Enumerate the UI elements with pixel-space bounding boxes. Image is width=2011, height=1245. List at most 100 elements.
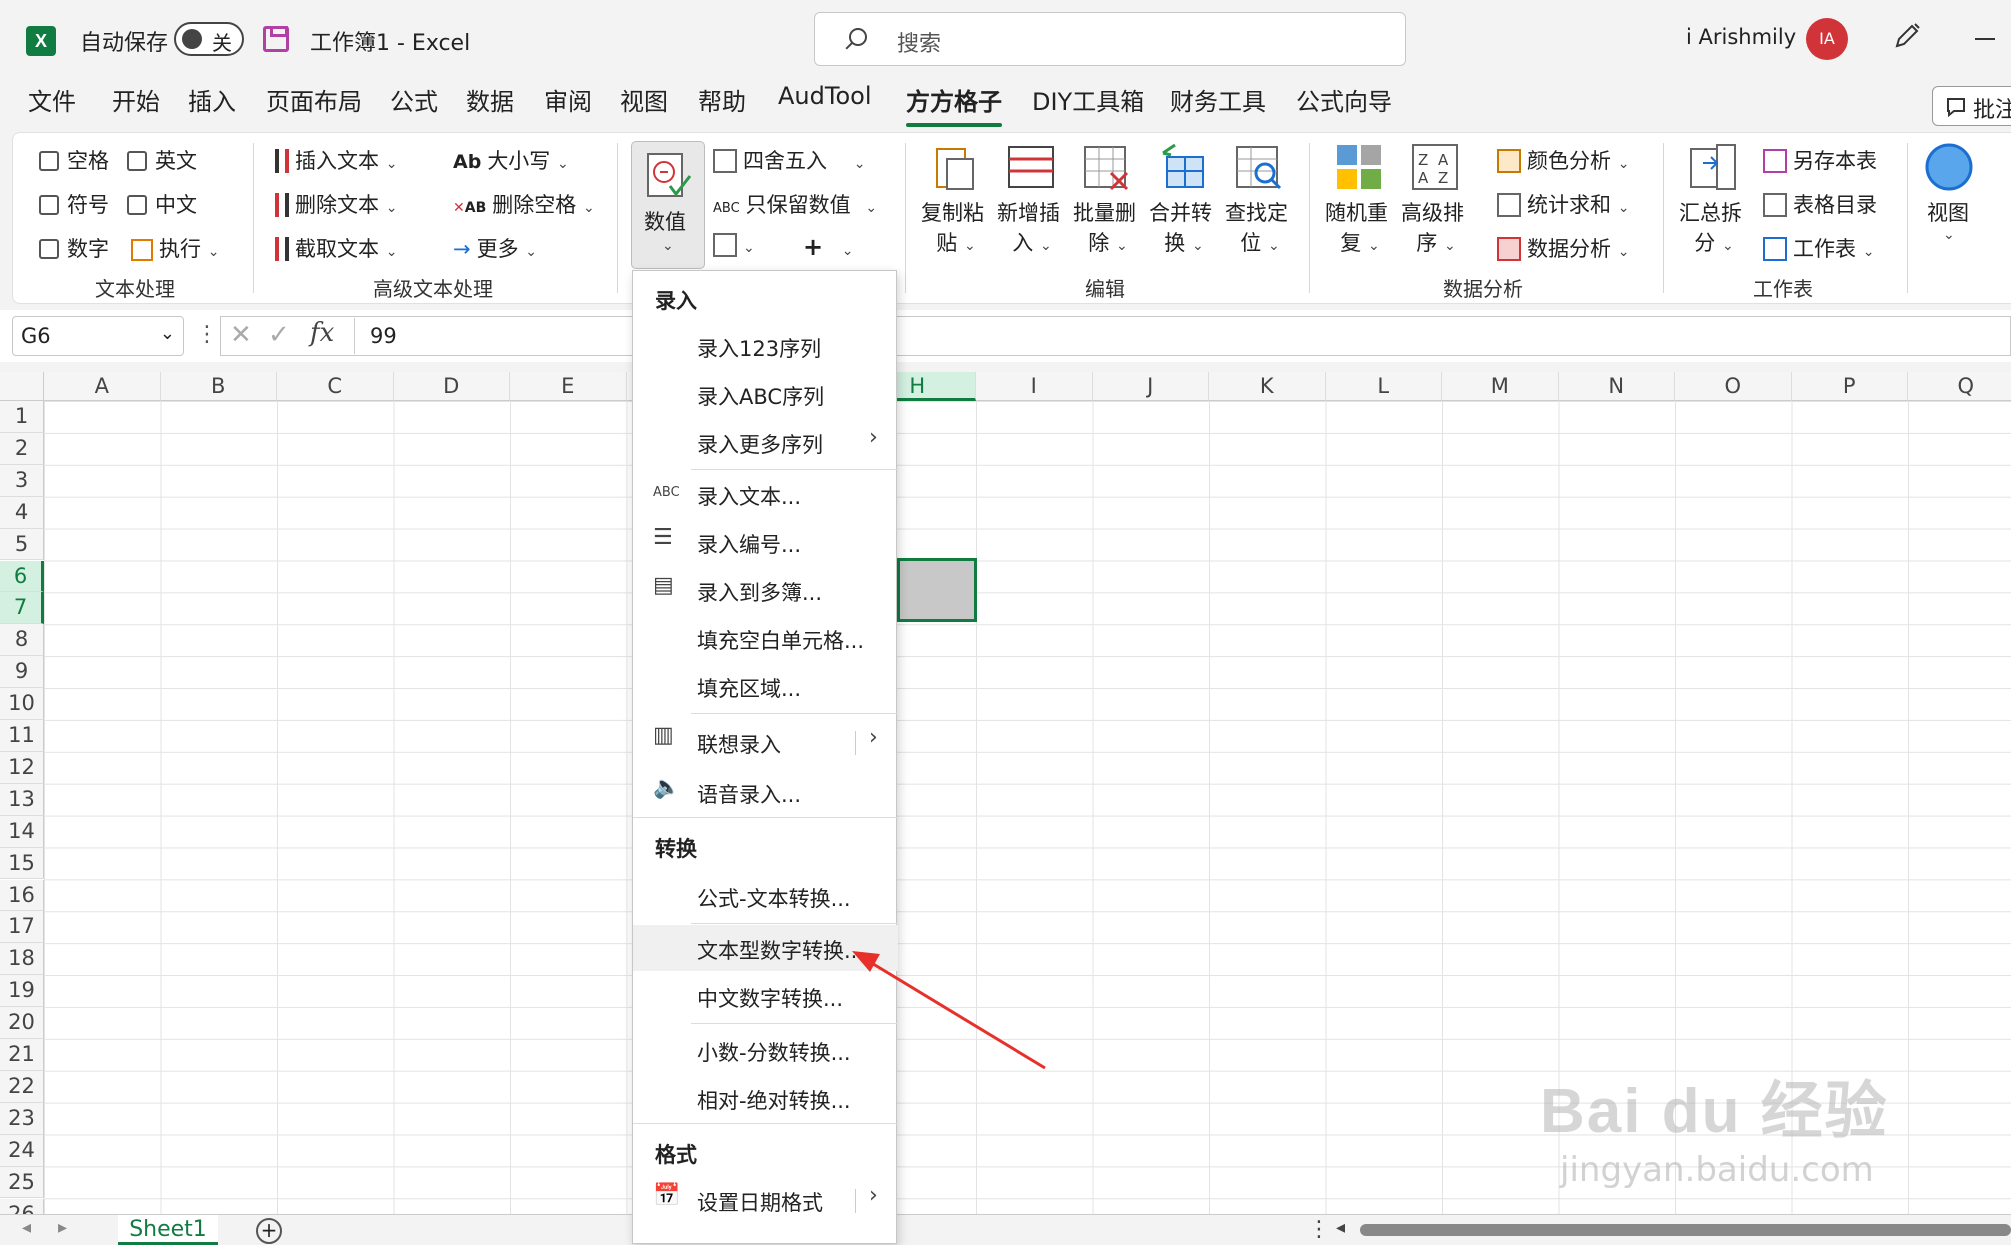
- minimize-button[interactable]: [1975, 38, 1995, 40]
- row-header[interactable]: 1: [0, 401, 44, 433]
- menu-item-assoc-input[interactable]: 联想录入: [697, 729, 781, 759]
- name-box[interactable]: G6 ⌄: [12, 316, 184, 356]
- menu-item-input-text[interactable]: 录入文本...: [697, 481, 801, 511]
- row-header[interactable]: 6: [0, 560, 44, 593]
- more-options-icon[interactable]: ⋮: [1308, 1217, 1330, 1242]
- column-header[interactable]: P: [1791, 372, 1908, 401]
- search-box[interactable]: 搜索: [814, 12, 1406, 66]
- extract-text-button[interactable]: 截取文本 ⌄: [275, 233, 397, 263]
- row-header[interactable]: 19: [0, 975, 44, 1008]
- merge-convert-button[interactable]: 合并转 换 ⌄: [1149, 141, 1219, 257]
- tab-help[interactable]: 帮助: [698, 82, 746, 117]
- cancel-icon[interactable]: ✕: [230, 320, 252, 350]
- row-header[interactable]: 8: [0, 624, 44, 657]
- horizontal-scrollbar[interactable]: [1360, 1224, 2011, 1236]
- chevron-right-icon[interactable]: ›: [869, 1183, 878, 1208]
- column-header[interactable]: E: [510, 372, 627, 401]
- menu-item-seqabc[interactable]: 录入ABC序列: [697, 381, 824, 411]
- delete-text-button[interactable]: 删除文本 ⌄: [275, 189, 397, 219]
- row-header[interactable]: 13: [0, 783, 44, 816]
- row-header[interactable]: 18: [0, 943, 44, 976]
- menu-item-formula-text[interactable]: 公式-文本转换...: [697, 883, 851, 913]
- tab-formulas[interactable]: 公式: [390, 82, 438, 117]
- menu-item-fill-area[interactable]: 填充区域...: [697, 673, 801, 703]
- plus-button[interactable]: + ⌄: [803, 233, 854, 261]
- formula-input[interactable]: [220, 316, 2011, 356]
- column-header[interactable]: B: [160, 372, 277, 401]
- selected-cell-range[interactable]: [897, 558, 977, 622]
- scroll-left-icon[interactable]: ◂: [1336, 1217, 1345, 1238]
- check-space[interactable]: 空格: [39, 145, 109, 175]
- row-header[interactable]: 21: [0, 1039, 44, 1071]
- tab-diy[interactable]: DIY工具箱: [1032, 82, 1144, 117]
- tab-formula-wizard[interactable]: 公式向导: [1296, 82, 1392, 117]
- autosave-toggle[interactable]: 关: [174, 22, 244, 56]
- column-header[interactable]: N: [1558, 372, 1675, 401]
- tab-insert[interactable]: 插入: [188, 82, 236, 117]
- check-symbol[interactable]: 符号: [39, 189, 109, 219]
- adv-sort-button[interactable]: Z A A Z 高级排 序 ⌄: [1401, 141, 1471, 257]
- add-sheet-icon[interactable]: +: [256, 1218, 282, 1244]
- fx-icon[interactable]: fx: [310, 318, 334, 348]
- row-header[interactable]: 12: [0, 751, 44, 784]
- row-header[interactable]: 7: [0, 592, 44, 625]
- row-header[interactable]: 15: [0, 847, 44, 880]
- row-header[interactable]: 16: [0, 879, 44, 912]
- menu-item-seqmore[interactable]: 录入更多序列: [697, 429, 823, 459]
- row-header[interactable]: 17: [0, 911, 44, 944]
- check-chinese[interactable]: 中文: [127, 189, 197, 219]
- column-header[interactable]: D: [393, 372, 510, 401]
- confirm-icon[interactable]: ✓: [268, 320, 290, 350]
- row-header[interactable]: 25: [0, 1166, 44, 1199]
- tab-view[interactable]: 视图: [620, 82, 668, 117]
- user-name[interactable]: i Arishmily: [1686, 25, 1796, 49]
- row-header[interactable]: 26: [0, 1198, 44, 1214]
- menu-item-decimal-fraction[interactable]: 小数-分数转换...: [697, 1037, 851, 1067]
- tab-fangfang[interactable]: 方方格子: [906, 82, 1002, 127]
- row-header[interactable]: 4: [0, 496, 44, 529]
- sheet-tab[interactable]: Sheet1: [118, 1215, 218, 1245]
- save-icon[interactable]: [263, 26, 289, 52]
- prev-sheet-icon[interactable]: ◂: [22, 1217, 31, 1238]
- avatar[interactable]: IA: [1806, 18, 1848, 60]
- select-all-corner[interactable]: [0, 372, 44, 401]
- add-insert-button[interactable]: 新增插 入 ⌄: [997, 141, 1067, 257]
- row-header[interactable]: 23: [0, 1102, 44, 1135]
- insert-text-button[interactable]: 插入文本 ⌄: [275, 145, 397, 175]
- tab-file[interactable]: 文件: [28, 82, 76, 117]
- row-header[interactable]: 24: [0, 1134, 44, 1167]
- row-header[interactable]: 11: [0, 720, 44, 752]
- menu-item-fill-blank[interactable]: 填充空白单元格...: [697, 625, 864, 655]
- pen-icon[interactable]: [1893, 22, 1921, 50]
- menu-item-seq123[interactable]: 录入123序列: [697, 333, 821, 363]
- row-header[interactable]: 5: [0, 528, 44, 561]
- row-header[interactable]: 10: [0, 688, 44, 720]
- round-button[interactable]: 四舍五入 ⌄: [713, 145, 865, 175]
- tab-finance[interactable]: 财务工具: [1170, 82, 1266, 117]
- summary-split-button[interactable]: 汇总拆 分 ⌄: [1679, 141, 1749, 257]
- comment-button[interactable]: 批注: [1932, 86, 2011, 126]
- row-header[interactable]: 2: [0, 432, 44, 465]
- edit-format-button[interactable]: ⌄: [713, 233, 755, 257]
- menu-item-voice-input[interactable]: 语音录入...: [697, 779, 801, 809]
- case-button[interactable]: Ab 大小写 ⌄: [453, 145, 569, 175]
- tab-audtool[interactable]: AudTool: [778, 82, 871, 110]
- menu-item-cn-number[interactable]: 中文数字转换...: [697, 983, 843, 1013]
- execute-button[interactable]: 执行 ⌄: [131, 233, 219, 263]
- row-header[interactable]: 3: [0, 464, 44, 497]
- check-english[interactable]: 英文: [127, 145, 197, 175]
- column-header[interactable]: C: [277, 372, 394, 401]
- row-header[interactable]: 20: [0, 1007, 44, 1039]
- chevron-right-icon[interactable]: ›: [869, 725, 878, 750]
- values-button[interactable]: 数值 ⌄: [631, 141, 705, 269]
- column-header[interactable]: O: [1675, 372, 1792, 401]
- tab-home[interactable]: 开始: [112, 82, 160, 117]
- keep-values-button[interactable]: ABC 只保留数值 ⌄: [713, 189, 877, 219]
- menu-item-multi-book[interactable]: 录入到多簿...: [697, 577, 822, 607]
- tab-data[interactable]: 数据: [466, 82, 514, 117]
- batch-delete-button[interactable]: 批量删 除 ⌄: [1073, 141, 1143, 257]
- menu-item-relative-absolute[interactable]: 相对-绝对转换...: [697, 1085, 851, 1115]
- save-as-sheet-button[interactable]: 另存本表: [1763, 145, 1877, 175]
- column-header[interactable]: K: [1209, 372, 1326, 401]
- data-analysis-button[interactable]: 数据分析 ⌄: [1497, 233, 1629, 263]
